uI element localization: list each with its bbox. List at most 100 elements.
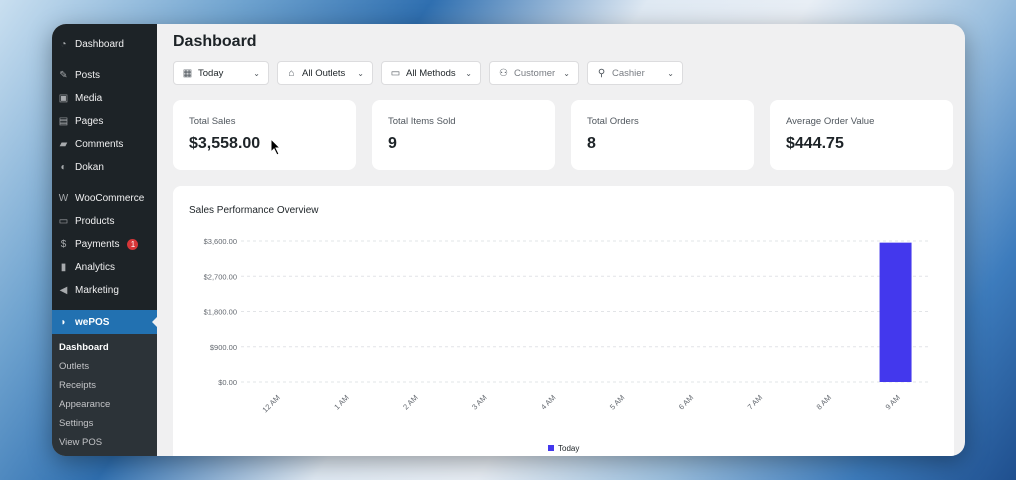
filter-label: All Methods <box>406 67 456 79</box>
chart-bar <box>879 242 912 382</box>
comments-icon: ▰ <box>59 139 68 150</box>
filter-customer[interactable]: ⚇ Customer ⌄ <box>489 61 579 85</box>
sidebar-item-products[interactable]: ▭ Products <box>52 210 157 233</box>
wepos-icon: ◗ <box>60 316 67 328</box>
users-icon: ⚇ <box>499 67 508 79</box>
mouse-cursor-icon <box>270 138 282 156</box>
sidebar-item-dashboard[interactable]: ◔ Dashboard <box>52 33 157 56</box>
stat-cards: Total Sales $3,558.00 Total Items Sold 9 Tot… <box>173 100 953 170</box>
filter-label: Today <box>198 67 224 79</box>
sidebar-item-marketing[interactable]: ◀ Marketing <box>52 279 157 302</box>
sidebar-item-label: Marketing <box>75 285 119 296</box>
store-icon: ⌂ <box>288 67 295 79</box>
submenu-item-receipts[interactable]: Receipts <box>52 376 157 395</box>
filter-cashier[interactable]: ⚲ Cashier ⌄ <box>587 61 683 85</box>
y-tick-label: $1,800.00 <box>204 308 237 317</box>
notification-badge: 1 <box>127 239 139 250</box>
stat-title: Total Orders <box>587 116 639 127</box>
chevron-down-icon: ⌄ <box>253 68 260 78</box>
submenu-item-outlets[interactable]: Outlets <box>52 357 157 376</box>
dokan-icon: ◐ <box>60 162 67 173</box>
sidebar-item-media[interactable]: ▣ Media <box>52 87 157 110</box>
x-tick-label: 3 AM <box>470 393 488 411</box>
sidebar-item-wepos[interactable]: ◗ wePOS <box>52 310 157 334</box>
x-tick-label: 12 AM <box>260 393 281 414</box>
legend-label: Today <box>558 444 579 453</box>
admin-sidebar: ◔ Dashboard ✎ Posts ▣ Media ▤ Pages ▰ Comments ◐ Do… <box>52 24 157 456</box>
chevron-down-icon: ⌄ <box>563 68 570 78</box>
stat-title: Average Order Value <box>786 116 875 127</box>
stat-title: Total Items Sold <box>388 116 456 127</box>
x-tick-label: 9 AM <box>884 393 902 411</box>
pin-icon: ✎ <box>59 70 68 81</box>
sidebar-item-label: Products <box>75 216 115 227</box>
user-icon: ⚲ <box>597 67 606 79</box>
filter-today[interactable]: ▦ Today ⌄ <box>173 61 269 85</box>
woocommerce-icon: W <box>58 193 69 204</box>
chevron-down-icon: ⌄ <box>465 68 472 78</box>
x-tick-label: 2 AM <box>401 393 419 411</box>
stat-card-total-orders: Total Orders 8 <box>571 100 754 170</box>
wepos-submenu: Dashboard Outlets Receipts Appearance Settin… <box>52 334 157 456</box>
submenu-item-settings[interactable]: Settings <box>52 414 157 433</box>
submenu-item-appearance[interactable]: Appearance <box>52 395 157 414</box>
sales-chart-card: $0.00 $900.00 $1,800.00 $2,700.00 $3,600.00 1… <box>173 186 954 456</box>
filter-label: Customer <box>514 67 556 79</box>
sidebar-item-label: Posts <box>75 70 101 81</box>
sidebar-item-label: Payments <box>75 239 120 250</box>
calendar-icon: ▦ <box>182 67 193 79</box>
x-tick-label: 7 AM <box>746 393 764 411</box>
stat-value: 9 <box>388 135 397 152</box>
pages-icon: ▤ <box>58 116 69 127</box>
stat-title: Total Sales <box>189 116 236 127</box>
filter-bar: ▦ Today ⌄ ⌂ All Outlets ⌄ ▭ All Methods ⌄ ⚇ Custom… <box>173 61 953 85</box>
x-tick-label: 8 AM <box>815 393 833 411</box>
stat-card-total-items-sold: Total Items Sold 9 <box>372 100 555 170</box>
sidebar-item-label: Dokan <box>75 162 104 173</box>
sidebar-item-label: Media <box>75 93 103 104</box>
sidebar-item-analytics[interactable]: ▮ Analytics <box>52 256 157 279</box>
sidebar-item-label: wePOS <box>75 316 110 328</box>
y-tick-label: $3,600.00 <box>204 237 237 246</box>
admin-menu: ◔ Dashboard ✎ Posts ▣ Media ▤ Pages ▰ Comments ◐ Do… <box>52 33 157 334</box>
x-tick-label: 6 AM <box>677 393 695 411</box>
analytics-icon: ▮ <box>60 262 67 273</box>
stat-card-total-sales: Total Sales $3,558.00 <box>173 100 356 170</box>
megaphone-icon: ◀ <box>59 285 68 296</box>
sidebar-item-posts[interactable]: ✎ Posts <box>52 64 157 87</box>
sidebar-item-label: Dashboard <box>75 39 124 50</box>
sales-chart: $0.00 $900.00 $1,800.00 $2,700.00 $3,600.00 1… <box>204 237 930 453</box>
menu-separator <box>52 302 157 310</box>
x-tick-label: 1 AM <box>332 393 350 411</box>
sidebar-item-label: WooCommerce <box>75 193 145 204</box>
sidebar-item-label: Analytics <box>75 262 116 273</box>
x-tick-label: 5 AM <box>608 393 626 411</box>
filter-label: Cashier <box>612 67 645 79</box>
chevron-down-icon: ⌄ <box>357 68 364 78</box>
stat-value: 8 <box>587 135 596 152</box>
sidebar-item-woocommerce[interactable]: W WooCommerce <box>52 187 157 210</box>
filter-all-outlets[interactable]: ⌂ All Outlets ⌄ <box>277 61 373 85</box>
y-tick-label: $0.00 <box>218 378 237 387</box>
app-window: ◔ Dashboard ✎ Posts ▣ Media ▤ Pages ▰ Comments ◐ Do… <box>52 24 965 456</box>
submenu-item-dashboard[interactable]: Dashboard <box>52 338 157 357</box>
submenu-item-view-pos[interactable]: View POS <box>52 433 157 452</box>
filter-all-methods[interactable]: ▭ All Methods ⌄ <box>381 61 481 85</box>
page-title: Dashboard <box>173 33 257 50</box>
legend-swatch <box>548 445 554 451</box>
sidebar-item-pages[interactable]: ▤ Pages <box>52 110 157 133</box>
media-icon: ▣ <box>58 93 69 104</box>
stat-value: $444.75 <box>786 135 844 152</box>
dashboard-icon: ◔ <box>60 39 67 50</box>
credit-card-icon: ▭ <box>390 67 401 79</box>
main-content: Dashboard ▦ Today ⌄ ⌂ All Outlets ⌄ ▭ All Metho… <box>157 24 965 456</box>
filter-label: All Outlets <box>302 67 346 79</box>
x-tick-label: 4 AM <box>539 393 557 411</box>
stat-card-average-order-value: Average Order Value $444.75 <box>770 100 953 170</box>
sidebar-item-comments[interactable]: ▰ Comments <box>52 133 157 156</box>
submenu-item-license[interactable]: License <box>52 452 157 456</box>
menu-separator <box>52 179 157 187</box>
sidebar-item-dokan[interactable]: ◐ Dokan <box>52 156 157 179</box>
y-tick-label: $2,700.00 <box>204 272 237 281</box>
sidebar-item-payments[interactable]: $ Payments 1 <box>52 233 157 256</box>
